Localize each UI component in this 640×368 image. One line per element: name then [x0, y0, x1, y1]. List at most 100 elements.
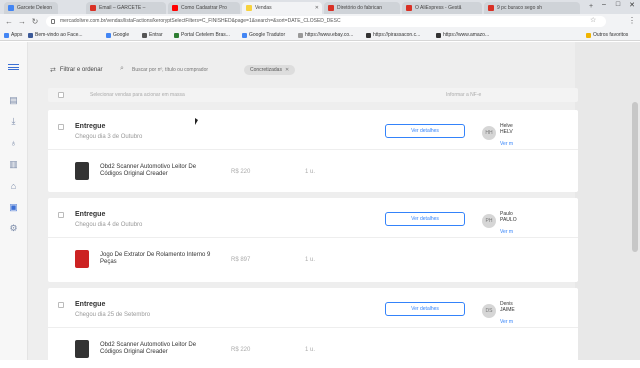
bookmark-item[interactable]: https://pirassacon.c...	[366, 31, 420, 39]
filter-chip[interactable]: Concretizadas ✕	[244, 65, 296, 75]
bookmark-item[interactable]: Portal Cetelem Bras...	[174, 31, 230, 39]
url-input[interactable]: mercadolivre.com.br/vendas/listaFactions…	[46, 16, 606, 27]
browser-tab[interactable]: Como Cadastrar Pro	[168, 2, 240, 14]
translate-icon	[242, 32, 247, 38]
close-icon[interactable]: ✕	[285, 67, 289, 73]
product-price: R$ 220	[231, 347, 251, 353]
browser-tab[interactable]: 9 pc buraco sego sh	[484, 2, 580, 14]
bulk-label: Selecionar vendas para acionar em massa	[90, 92, 185, 98]
product-title[interactable]: Jogo De Extrator De Rolamento Interno 9 …	[100, 252, 218, 266]
back-icon[interactable]: ←	[4, 17, 14, 26]
download-icon[interactable]: ⤓	[8, 117, 19, 126]
browser-tab[interactable]: Diretório do fabrican	[324, 2, 400, 14]
tab-title: 9 pc buraco sego sh	[497, 5, 543, 11]
sales-page: ▤ ⤓ ♁ ▥ ⌂ ▣ ⚙ ⇄ Filtrar e ordenar ⌕ Conc…	[0, 42, 640, 368]
order-status: Entregue	[75, 301, 106, 308]
avatar: PH	[482, 214, 496, 228]
browser-tab[interactable]: Garcete Deleon	[4, 2, 58, 14]
address-bar-row: ← → ↻ mercadolivre.com.br/vendas/listaFa…	[0, 14, 640, 29]
buyer-name: Helve HELV	[500, 123, 513, 135]
product-title[interactable]: Obd2 Scanner Automotivo Leitor De Código…	[100, 342, 218, 356]
filter-toolbar[interactable]: ⇄ Filtrar e ordenar	[50, 63, 103, 77]
browser-tab[interactable]: O AliExpress - Gestã	[402, 2, 482, 14]
scrollbar[interactable]	[632, 102, 638, 252]
close-icon[interactable]: ✕	[315, 5, 319, 11]
order-card: Entregue Chegou dia 4 de Outubro Ver det…	[48, 198, 578, 282]
tab-favicon	[406, 5, 412, 11]
minimize-icon[interactable]: –	[598, 1, 610, 8]
bookmark-item[interactable]: Google	[106, 31, 129, 39]
order-status: Entregue	[75, 211, 106, 218]
product-price: R$ 220	[231, 169, 251, 175]
details-button[interactable]: Ver detalhes	[385, 212, 465, 226]
bookmark-label: https://www.ebay.co...	[305, 32, 354, 38]
folder-icon	[586, 32, 591, 38]
order-checkbox[interactable]	[58, 302, 64, 308]
bookmark-item[interactable]: Entrar	[142, 31, 163, 39]
bag-icon[interactable]: ⌂	[8, 182, 19, 191]
page-icon	[298, 32, 303, 38]
search-input[interactable]	[132, 65, 232, 75]
avatar: HH	[482, 126, 496, 140]
bookmark-label: Bem-vindo ao Face...	[35, 32, 83, 38]
sales-icon[interactable]: ▣	[8, 203, 19, 212]
order-date: Chegou dia 3 de Outubro	[75, 134, 143, 140]
left-nav: ▤ ⤓ ♁ ▥ ⌂ ▣ ⚙	[0, 42, 28, 360]
bookmark-item[interactable]: https://www.ebay.co...	[298, 31, 353, 39]
order-checkbox[interactable]	[58, 124, 64, 130]
summary-icon[interactable]: ▤	[8, 96, 19, 105]
bulk-action-bar: Selecionar vendas para acionar em massa …	[48, 88, 578, 102]
more-link[interactable]: Ver m	[500, 229, 513, 235]
details-button[interactable]: Ver detalhes	[385, 302, 465, 316]
maximize-icon[interactable]: □	[612, 1, 624, 8]
tab-favicon	[328, 5, 334, 11]
reload-icon[interactable]: ↻	[30, 17, 40, 26]
order-checkbox[interactable]	[58, 212, 64, 218]
tab-title: Vendas	[255, 5, 272, 11]
forward-icon[interactable]: →	[17, 17, 27, 26]
tab-favicon	[8, 5, 14, 11]
bookmark-item[interactable]: Apps	[4, 31, 22, 39]
product-price: R$ 897	[231, 257, 251, 263]
buyer-name: Paulo PAULO	[500, 211, 517, 223]
bookmark-star-icon[interactable]: ☆	[590, 16, 596, 24]
product-title[interactable]: Obd2 Scanner Automotivo Leitor De Código…	[100, 164, 218, 178]
bookmark-item[interactable]: Google Tradutor	[242, 31, 285, 39]
product-qty: 1 u.	[305, 169, 316, 175]
settings-icon[interactable]: ⚙	[8, 224, 19, 233]
bookmark-label: https://pirassacon.c...	[373, 32, 421, 38]
product-image	[75, 340, 89, 358]
bookmark-label: Apps	[11, 32, 23, 38]
entrar-icon	[142, 32, 147, 38]
details-button[interactable]: Ver detalhes	[385, 124, 465, 138]
select-all-checkbox[interactable]	[58, 92, 64, 98]
page-icon	[436, 32, 441, 38]
lock-icon	[51, 19, 55, 24]
badge-icon[interactable]: ♁	[8, 139, 19, 148]
more-link[interactable]: Ver m	[500, 319, 513, 325]
page-icon	[366, 32, 371, 38]
browser-tab[interactable]: Email – GARCETE –	[86, 2, 166, 14]
mouse-cursor	[195, 118, 198, 125]
bookmark-item[interactable]: Outros favoritos	[586, 31, 628, 39]
bookmark-item[interactable]: Bem-vindo ao Face...	[28, 31, 83, 39]
menu-icon[interactable]	[8, 64, 19, 70]
order-header: Entregue Chegou dia 3 de Outubro Ver det…	[48, 110, 578, 150]
chart-icon[interactable]: ▥	[8, 160, 19, 169]
tab-title: O AliExpress - Gestã	[415, 5, 462, 11]
url-text: mercadolivre.com.br/vendas/listaFactions…	[60, 18, 341, 24]
order-card: Entregue Chegou dia 25 de Setembro Ver d…	[48, 288, 578, 368]
tab-title: Diretório do fabrican	[337, 5, 383, 11]
browser-menu-icon[interactable]: ⋮	[628, 16, 636, 25]
tab-title: Email – GARCETE –	[99, 5, 146, 11]
close-window-icon[interactable]: ✕	[626, 1, 638, 9]
nfe-link[interactable]: Informar a NF-e	[446, 92, 481, 98]
more-link[interactable]: Ver m	[500, 141, 513, 147]
order-header: Entregue Chegou dia 25 de Setembro Ver d…	[48, 288, 578, 328]
browser-tab-active[interactable]: Vendas ✕	[242, 2, 322, 14]
new-tab-button[interactable]: +	[586, 3, 596, 11]
bookmark-item[interactable]: https://www.amazo...	[436, 31, 489, 39]
product-qty: 1 u.	[305, 257, 316, 263]
product-image	[75, 250, 89, 268]
bookmark-label: Google	[113, 32, 130, 38]
